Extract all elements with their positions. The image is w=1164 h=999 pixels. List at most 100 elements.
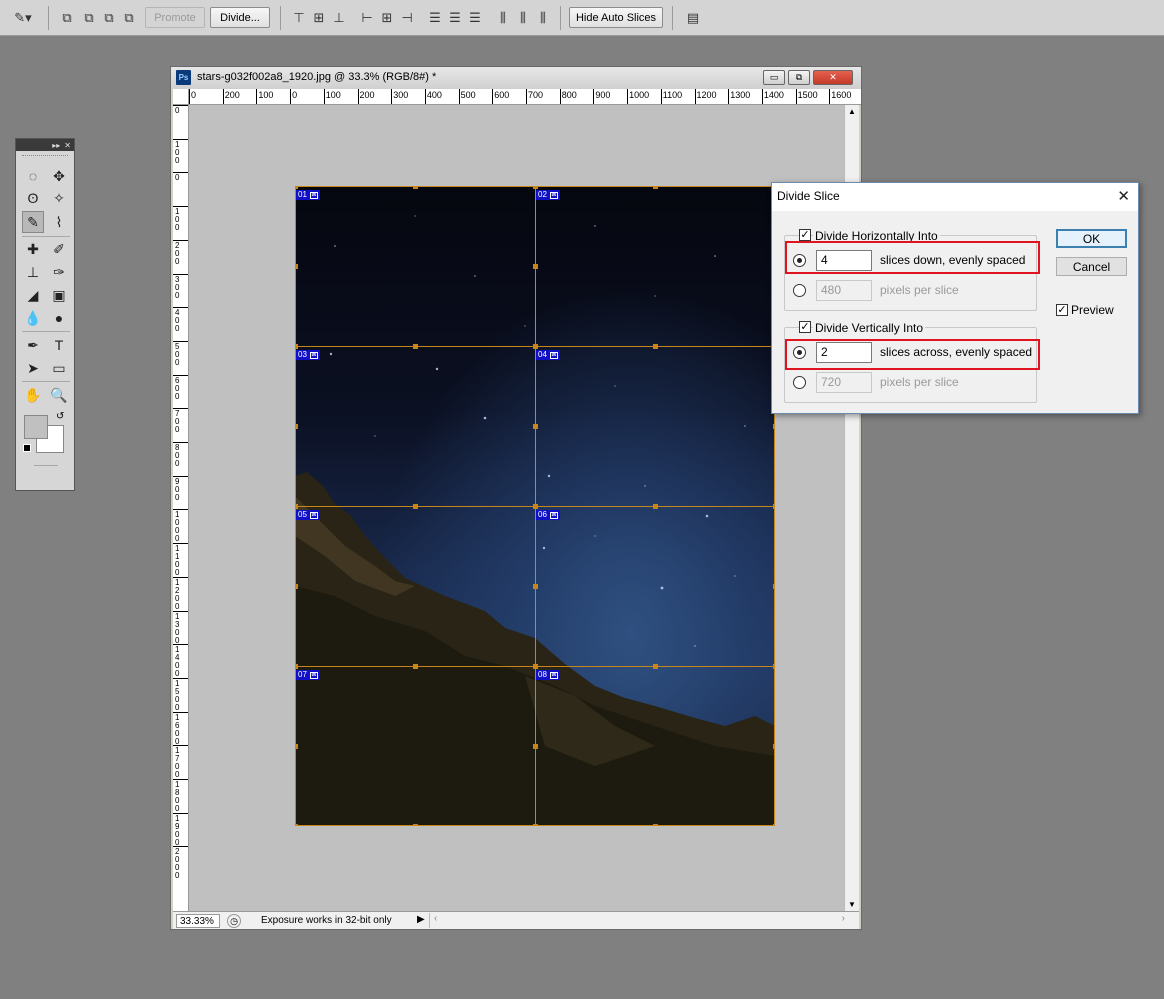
- cancel-button[interactable]: Cancel: [1056, 257, 1127, 276]
- rectangle-tool-icon[interactable]: ▭: [48, 357, 70, 379]
- marquee-tool-icon[interactable]: ◌: [22, 165, 44, 187]
- brush-tool-icon[interactable]: ✐: [48, 238, 70, 260]
- slice-handle[interactable]: [533, 264, 538, 269]
- zoom-level-field[interactable]: 33.33%: [176, 914, 220, 928]
- preview-checkbox[interactable]: ✓: [1056, 304, 1068, 316]
- slice-handle[interactable]: [295, 744, 298, 749]
- slice-handle[interactable]: [413, 664, 418, 669]
- eraser-tool-icon[interactable]: ◢: [22, 284, 44, 306]
- slice-handle[interactable]: [295, 344, 298, 349]
- magic-wand-tool-icon[interactable]: ✧: [48, 187, 70, 209]
- pixels-per-slice-v-input[interactable]: 720: [816, 372, 872, 393]
- slice-handle[interactable]: [413, 504, 418, 509]
- default-colors-icon[interactable]: [23, 444, 31, 452]
- slice-handle[interactable]: [653, 186, 658, 189]
- slice-badge[interactable]: 01 ⊠: [296, 190, 320, 200]
- slices-down-input[interactable]: 4: [816, 250, 872, 271]
- distribute-right-icon[interactable]: ⫼: [534, 9, 552, 27]
- slice-handle[interactable]: [773, 424, 775, 429]
- slice-handle[interactable]: [295, 584, 298, 589]
- quick-mask-icon[interactable]: [34, 465, 58, 466]
- horizontal-scrollbar[interactable]: ‹ ›: [429, 913, 849, 928]
- align-bottom-icon[interactable]: ⊥: [330, 9, 348, 27]
- bring-forward-icon[interactable]: ⧉: [80, 9, 98, 27]
- blur-tool-icon[interactable]: 💧: [22, 307, 44, 329]
- slice-handle[interactable]: [413, 186, 418, 189]
- slice-badge[interactable]: 08 ⊠: [536, 670, 560, 680]
- slice-badge[interactable]: 04 ⊠: [536, 350, 560, 360]
- divide-button[interactable]: Divide...: [210, 7, 270, 28]
- clone-stamp-tool-icon[interactable]: ⊥: [22, 261, 44, 283]
- close-window-icon[interactable]: ✕: [813, 70, 853, 85]
- zoom-tool-icon[interactable]: 🔍: [48, 384, 70, 406]
- pen-tool-icon[interactable]: ✒: [22, 334, 44, 356]
- status-info-icon[interactable]: ◷: [227, 914, 241, 928]
- scroll-right-icon[interactable]: ›: [842, 913, 845, 924]
- slice-handle[interactable]: [533, 424, 538, 429]
- slice-handle[interactable]: [773, 824, 775, 826]
- align-vcenter-icon[interactable]: ⊞: [310, 9, 328, 27]
- slice-select-tool-preset-icon[interactable]: ✎▾: [8, 9, 38, 27]
- slice-handle[interactable]: [533, 584, 538, 589]
- slice-handle[interactable]: [773, 504, 775, 509]
- minimize-icon[interactable]: ▭: [763, 70, 785, 85]
- slice-handle[interactable]: [533, 744, 538, 749]
- canvas-area[interactable]: 01 ⊠ 02 ⊠ 03 ⊠ 04 ⊠ 05 ⊠ 06 ⊠ 07 ⊠ 08 ⊠: [189, 105, 858, 911]
- vertical-ruler[interactable]: 0 1 0 0 0 1 0 0 2 0 0 3 0 0 4 0 0 5 0 0 6 0 0 7 0…: [173, 105, 189, 911]
- scroll-down-icon[interactable]: ▼: [848, 900, 856, 909]
- document-titlebar[interactable]: Ps stars-g032f002a8_1920.jpg @ 33.3% (RG…: [171, 67, 861, 89]
- scroll-left-icon[interactable]: ‹: [434, 913, 437, 924]
- horizontal-ruler[interactable]: 0 200 100 0 100 200 300 400 500 600 700 800 900 1000 1…: [189, 89, 861, 105]
- restore-icon[interactable]: ⧉: [788, 70, 810, 85]
- healing-brush-tool-icon[interactable]: ✚: [22, 238, 44, 260]
- distribute-top-icon[interactable]: ☰: [426, 9, 444, 27]
- slice-handle[interactable]: [773, 664, 775, 669]
- slices-down-radio[interactable]: [793, 254, 806, 267]
- slice-badge[interactable]: 06 ⊠: [536, 510, 560, 520]
- close-icon[interactable]: ✕: [1117, 187, 1130, 205]
- slice-handle[interactable]: [533, 504, 538, 509]
- ok-button[interactable]: OK: [1056, 229, 1127, 248]
- slice-badge[interactable]: 02 ⊠: [536, 190, 560, 200]
- slice-handle[interactable]: [295, 664, 298, 669]
- swap-colors-icon[interactable]: ↺: [56, 411, 64, 422]
- gradient-tool-icon[interactable]: ▣: [48, 284, 70, 306]
- slice-handle[interactable]: [413, 824, 418, 826]
- panel-grip[interactable]: [22, 155, 68, 161]
- slice-handle[interactable]: [295, 424, 298, 429]
- divide-horizontally-checkbox[interactable]: ✓: [799, 229, 811, 241]
- ruler-origin[interactable]: [173, 89, 189, 105]
- slice-handle[interactable]: [653, 504, 658, 509]
- slice-handle[interactable]: [295, 824, 298, 826]
- slice-handle[interactable]: [533, 344, 538, 349]
- slice-badge[interactable]: 05 ⊠: [296, 510, 320, 520]
- distribute-vcenter-icon[interactable]: ☰: [446, 9, 464, 27]
- align-hcenter-icon[interactable]: ⊞: [378, 9, 396, 27]
- pixels-per-slice-v-radio[interactable]: [793, 376, 806, 389]
- image-with-slices[interactable]: 01 ⊠ 02 ⊠ 03 ⊠ 04 ⊠ 05 ⊠ 06 ⊠ 07 ⊠ 08 ⊠: [295, 186, 775, 826]
- bring-to-front-icon[interactable]: ⧉: [58, 9, 76, 27]
- slice-handle[interactable]: [295, 186, 298, 189]
- align-right-icon[interactable]: ⊣: [398, 9, 416, 27]
- divide-vertically-checkbox[interactable]: ✓: [799, 321, 811, 333]
- eyedropper-tool-icon[interactable]: ⌇: [48, 211, 70, 233]
- tools-panel-header[interactable]: ▸▸ ✕: [16, 139, 74, 151]
- send-backward-icon[interactable]: ⧉: [100, 9, 118, 27]
- dodge-tool-icon[interactable]: ●: [48, 307, 70, 329]
- move-tool-icon[interactable]: ✥: [48, 165, 70, 187]
- foreground-color-swatch[interactable]: [24, 415, 48, 439]
- slices-across-radio[interactable]: [793, 346, 806, 359]
- hand-tool-icon[interactable]: ✋: [22, 384, 44, 406]
- type-tool-icon[interactable]: T: [48, 334, 70, 356]
- history-brush-tool-icon[interactable]: ✑: [48, 261, 70, 283]
- pixels-per-slice-h-radio[interactable]: [793, 284, 806, 297]
- distribute-hcenter-icon[interactable]: ⫼: [514, 9, 532, 27]
- slice-badge[interactable]: 03 ⊠: [296, 350, 320, 360]
- pixels-per-slice-h-input[interactable]: 480: [816, 280, 872, 301]
- distribute-left-icon[interactable]: ⫼: [494, 9, 512, 27]
- distribute-bottom-icon[interactable]: ☰: [466, 9, 484, 27]
- slice-handle[interactable]: [653, 344, 658, 349]
- hide-auto-slices-button[interactable]: Hide Auto Slices: [569, 7, 663, 28]
- slice-handle[interactable]: [773, 744, 775, 749]
- slice-handle[interactable]: [653, 824, 658, 826]
